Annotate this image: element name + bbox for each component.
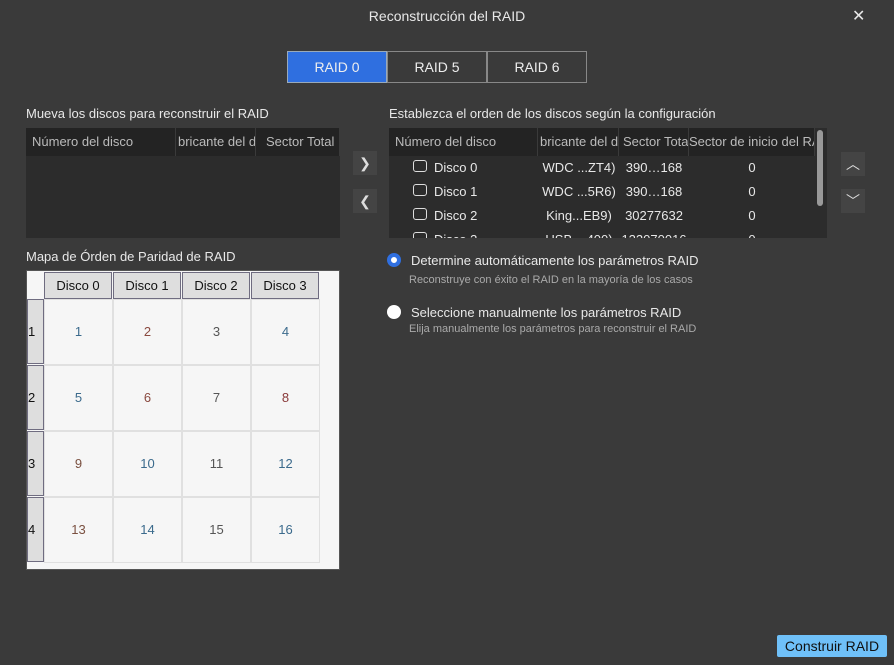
- parity-cell: 3: [182, 299, 251, 365]
- disk-vendor: USB ...400): [539, 232, 619, 238]
- row-header: 1: [27, 299, 44, 364]
- parity-cell: 6: [113, 365, 182, 431]
- tab-raid-5[interactable]: RAID 5: [387, 51, 487, 83]
- parity-cell: 10: [113, 431, 182, 497]
- sector-total: 122070016: [619, 232, 689, 238]
- parity-map-title: Mapa de Órden de Paridad de RAID: [26, 249, 236, 264]
- parity-cell: 15: [182, 497, 251, 563]
- parity-cell: 2: [113, 299, 182, 365]
- disk-number: Disco 1: [434, 184, 478, 199]
- column-header[interactable]: Número del disco: [26, 128, 176, 156]
- parity-cell: 9: [44, 431, 113, 497]
- auto-params-radio[interactable]: [387, 253, 401, 267]
- chevron-left-icon: ❮: [359, 192, 371, 209]
- available-disks-table[interactable]: Número del disco bricante del di Sector …: [26, 128, 340, 238]
- sector-total: 390…168: [625, 160, 683, 175]
- scrollbar[interactable]: [817, 130, 823, 206]
- parity-cell: 7: [182, 365, 251, 431]
- disk-number: Disco 0: [434, 160, 478, 175]
- disk-icon: [413, 160, 427, 172]
- parity-cell: 13: [44, 497, 113, 563]
- disk-icon: [413, 232, 427, 238]
- move-left-button[interactable]: ❮: [353, 189, 377, 213]
- column-header: Disco 2: [182, 272, 250, 299]
- disk-order-table[interactable]: Número del disco bricante del di Sector …: [389, 128, 827, 238]
- parity-map-grid: Disco 0 Disco 1 Disco 2 Disco 3112342567839…: [26, 270, 340, 570]
- column-header: Disco 1: [113, 272, 181, 299]
- disk-icon: [413, 208, 427, 220]
- tab-raid-0[interactable]: RAID 0: [287, 51, 387, 83]
- move-down-button[interactable]: ﹀: [841, 189, 865, 213]
- parity-cell: 1: [44, 299, 113, 365]
- table-row[interactable]: Disco 0 WDC ...ZT4) 390…168 0: [389, 156, 819, 180]
- parity-cell: 8: [251, 365, 320, 431]
- disk-vendor: WDC ...ZT4): [542, 160, 616, 175]
- parity-cell: 12: [251, 431, 320, 497]
- disk-number: Disco 2: [434, 208, 478, 223]
- manual-params-radio[interactable]: [387, 305, 401, 319]
- column-header[interactable]: Número del disco: [389, 128, 538, 156]
- column-header[interactable]: Sector Tota: [619, 128, 689, 156]
- raid-start-sector: 0: [748, 160, 756, 175]
- manual-params-desc: Elija manualmente los parámetros para re…: [409, 323, 697, 335]
- column-header: Disco 3: [251, 272, 319, 299]
- parity-cell: 16: [251, 497, 320, 563]
- move-right-button[interactable]: ❯: [353, 151, 377, 175]
- parity-cell: 5: [44, 365, 113, 431]
- row-header: 3: [27, 431, 44, 496]
- raid-start-sector: 0: [748, 208, 756, 223]
- raid-start-sector: 0: [748, 184, 756, 199]
- left-table-title: Mueva los discos para reconstruir el RAI…: [26, 106, 269, 121]
- build-raid-button[interactable]: Construir RAID: [777, 635, 887, 657]
- table-row[interactable]: Disco 2 King...EB9) 30277632 0: [389, 204, 819, 228]
- chevron-down-icon: ﹀: [846, 193, 860, 209]
- disk-vendor: WDC ...5R6): [542, 184, 616, 199]
- right-table-title: Establezca el orden de los discos según …: [389, 106, 716, 121]
- close-icon[interactable]: ✕: [852, 6, 865, 26]
- table-row[interactable]: Disco 3 USB ...400) 122070016 0: [389, 228, 819, 238]
- column-header[interactable]: bricante del di: [538, 128, 619, 156]
- move-up-button[interactable]: ︿: [841, 152, 865, 176]
- chevron-right-icon: ❯: [359, 154, 371, 171]
- disk-vendor: King...EB9): [546, 208, 612, 223]
- tab-raid-6[interactable]: RAID 6: [487, 51, 587, 83]
- disk-icon: [413, 184, 427, 196]
- column-header[interactable]: bricante del di: [176, 128, 256, 156]
- table-row[interactable]: Disco 1 WDC ...5R6) 390…168 0: [389, 180, 819, 204]
- parity-cell: 14: [113, 497, 182, 563]
- sector-total: 30277632: [625, 208, 683, 223]
- parity-cell: 11: [182, 431, 251, 497]
- row-header: 4: [27, 497, 44, 562]
- row-header: 2: [27, 365, 44, 430]
- disk-number: Disco 3: [434, 232, 477, 238]
- auto-params-desc: Reconstruye con éxito el RAID en la mayo…: [409, 274, 693, 286]
- column-header[interactable]: Sector Total: [256, 128, 340, 156]
- auto-params-label[interactable]: Determine automáticamente los parámetros…: [411, 253, 699, 268]
- column-header[interactable]: Sector de inicio del RAI: [689, 128, 815, 156]
- parity-cell: 4: [251, 299, 320, 365]
- column-header: Disco 0: [44, 272, 112, 299]
- window-title: Reconstrucción del RAID: [368, 8, 526, 24]
- manual-params-label[interactable]: Seleccione manualmente los parámetros RA…: [411, 305, 681, 320]
- chevron-up-icon: ︿: [846, 156, 860, 172]
- sector-total: 390…168: [625, 184, 683, 199]
- raid-start-sector: 0: [689, 232, 815, 238]
